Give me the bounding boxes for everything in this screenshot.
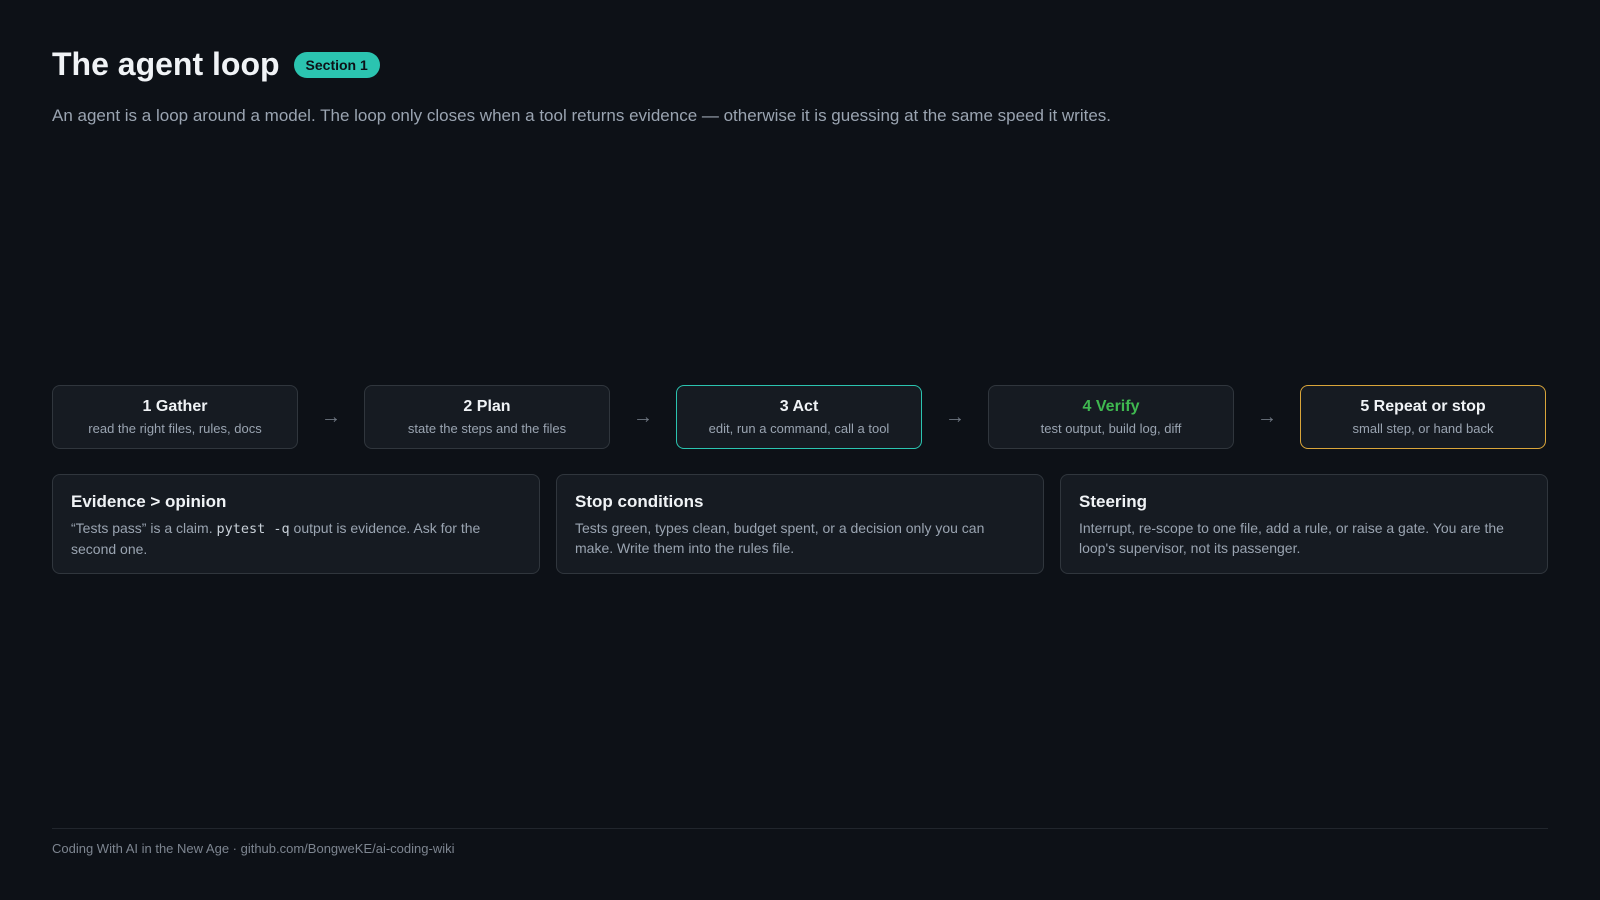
step-repeat-or-stop: 5 Repeat or stop small step, or hand bac… xyxy=(1300,385,1546,449)
card-evidence: Evidence > opinion “Tests pass” is a cla… xyxy=(52,474,540,574)
info-cards: Evidence > opinion “Tests pass” is a cla… xyxy=(52,474,1548,574)
card-body: Tests green, types clean, budget spent, … xyxy=(575,520,985,556)
card-title: Evidence > opinion xyxy=(71,492,227,511)
step-title: 4 Verify xyxy=(1082,398,1140,415)
card-title: Steering xyxy=(1079,492,1148,511)
card-stop-conditions: Stop conditions Tests green, types clean… xyxy=(556,474,1044,574)
step-description: read the right files, rules, docs xyxy=(88,421,262,436)
card-body-text: “Tests pass” is a claim. xyxy=(71,520,217,536)
card-body: Interrupt, re-scope to one file, add a r… xyxy=(1079,520,1504,556)
arrow-right-icon: → xyxy=(321,406,341,428)
step-description: edit, run a command, call a tool xyxy=(708,421,890,436)
step-title: 1 Gather xyxy=(142,398,208,415)
page-title: The agent loop xyxy=(52,46,280,82)
arrow-right-icon: → xyxy=(945,406,965,428)
card-steering: Steering Interrupt, re-scope to one file… xyxy=(1060,474,1548,574)
section-badge: Section 1 xyxy=(293,52,380,78)
step-gather: 1 Gather read the right files, rules, do… xyxy=(52,385,298,449)
step-verify: 4 Verify test output, build log, diff xyxy=(988,385,1234,449)
loop-flow: 1 Gather read the right files, rules, do… xyxy=(52,384,1548,450)
page-subtitle: An agent is a loop around a model. The l… xyxy=(52,106,1112,125)
page-header: The agent loop Section 1 xyxy=(52,44,380,84)
step-title: 5 Repeat or stop xyxy=(1360,398,1486,415)
step-title: 2 Plan xyxy=(463,398,511,415)
card-title: Stop conditions xyxy=(575,492,704,511)
code-snippet: pytest -q xyxy=(216,521,290,537)
step-description: state the steps and the files xyxy=(407,421,567,436)
step-title: 3 Act xyxy=(779,398,819,415)
arrow-right-icon: → xyxy=(1257,406,1277,428)
step-act: 3 Act edit, run a command, call a tool xyxy=(676,385,922,449)
step-description: test output, build log, diff xyxy=(1040,421,1182,436)
card-body: “Tests pass” is a claim. pytest -q outpu… xyxy=(71,518,521,559)
step-description: small step, or hand back xyxy=(1352,421,1494,436)
slide: The agent loop Section 1 An agent is a l… xyxy=(52,0,1548,900)
step-plan: 2 Plan state the steps and the files xyxy=(364,385,610,449)
arrow-right-icon: → xyxy=(633,406,653,428)
footer: Coding With AI in the New Age · github.c… xyxy=(52,841,455,856)
footer-divider xyxy=(52,828,1548,829)
